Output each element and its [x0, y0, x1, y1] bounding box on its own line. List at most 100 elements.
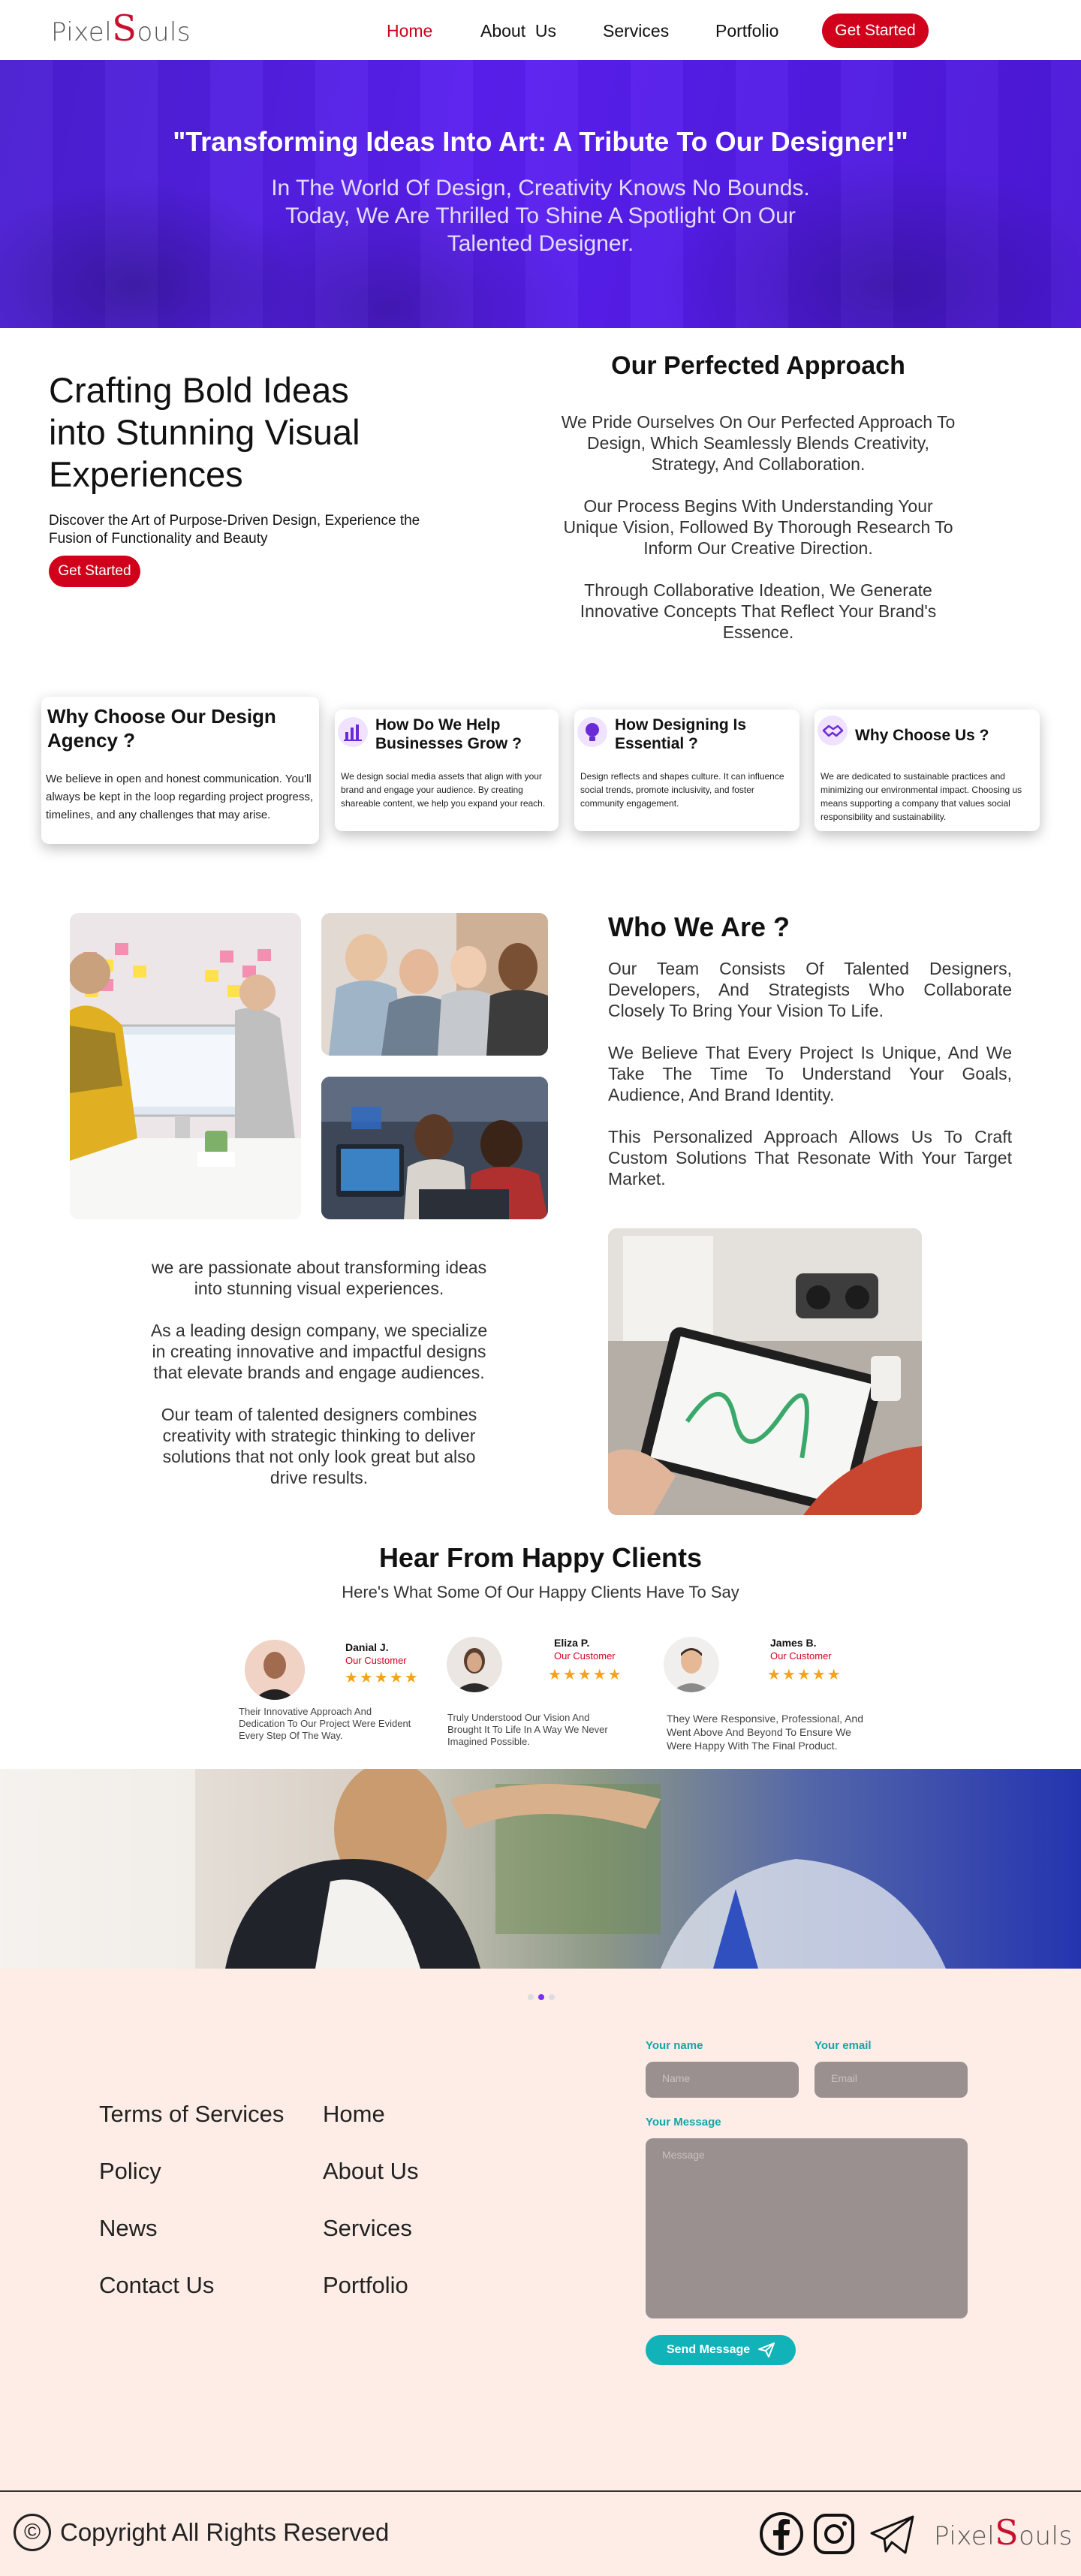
- avatar: [245, 1640, 305, 1700]
- card-design-agency: Why Choose Our Design Agency ? We believ…: [41, 697, 319, 844]
- avatar: [447, 1637, 502, 1692]
- send-icon: [758, 2343, 775, 2358]
- footer-link-portfolio[interactable]: Portfolio: [323, 2272, 408, 2299]
- message-textarea[interactable]: Message: [646, 2138, 968, 2318]
- nav-home[interactable]: Home: [387, 21, 432, 41]
- logo-text-pixel: Pixel: [934, 2521, 995, 2551]
- testimonial-quote: Truly Understood Our Vision And Brought …: [447, 1712, 608, 1747]
- logo-s-mark: S: [995, 2512, 1019, 2553]
- testimonials-title: Hear From Happy Clients: [378, 1542, 703, 1573]
- hero-title: "Transforming Ideas Into Art: A Tribute …: [173, 126, 908, 157]
- approach-paragraph-2: Our Process Begins With Understanding Yo…: [563, 496, 953, 558]
- star-rating: ★★★★★: [767, 1667, 842, 1683]
- carousel-dot[interactable]: [528, 1994, 534, 2000]
- testimonial-name: Eliza P.: [554, 1637, 590, 1649]
- card-text: Design reflects and shapes culture. It c…: [580, 771, 784, 809]
- hero-line-1: In The World Of Design, Creativity Knows…: [271, 176, 810, 200]
- passion-paragraph-2: As a leading design company, we speciali…: [150, 1321, 488, 1382]
- message-label: Your Message: [646, 2116, 721, 2129]
- intro-title: Crafting Bold Ideas into Stunning Visual…: [49, 369, 424, 496]
- team-meeting-photo: [70, 913, 301, 1219]
- hero-text: In The World Of Design, Creativity Knows…: [240, 174, 841, 258]
- hero-line-3: Talented Designer.: [447, 231, 634, 256]
- carousel-dot[interactable]: [549, 1994, 555, 2000]
- top-nav: PixelSouls Home About Us Services Portfo…: [0, 0, 1081, 60]
- footer-link-about[interactable]: About Us: [323, 2158, 419, 2185]
- card-title: How Designing Is Essential ?: [615, 716, 747, 752]
- card-title: Why Choose Our Design Agency ?: [47, 705, 276, 752]
- send-message-label: Send Message: [667, 2343, 751, 2356]
- nav-portfolio[interactable]: Portfolio: [715, 21, 778, 41]
- intro-get-started-button[interactable]: Get Started: [49, 556, 140, 587]
- footer-link-services[interactable]: Services: [323, 2215, 412, 2242]
- team-at-computer-photo: [321, 1077, 548, 1219]
- passion-paragraph-3: Our team of talented designers combines …: [161, 1405, 477, 1487]
- footer-link-home[interactable]: Home: [323, 2101, 385, 2128]
- carousel-dots: [525, 1990, 557, 2004]
- copyright-icon: ©: [14, 2514, 51, 2551]
- testimonial-role: Our Customer: [554, 1650, 616, 1662]
- card-title: Why Choose Us ?: [855, 727, 989, 744]
- carousel-dot-active[interactable]: [538, 1994, 544, 2000]
- chart-icon: [338, 717, 368, 747]
- who-paragraph-1: Our Team Consists Of Talented Designers,…: [608, 959, 1012, 1020]
- logo-s-mark: S: [112, 8, 137, 50]
- bulb-icon: [577, 717, 607, 747]
- footer-link-terms[interactable]: Terms of Services: [99, 2101, 284, 2128]
- hero-line-2: Today, We Are Thrilled To Shine A Spotli…: [285, 203, 796, 228]
- logo-text-ouls: ouls: [137, 17, 191, 47]
- email-input[interactable]: Email: [815, 2062, 968, 2098]
- email-label: Your email: [815, 2039, 872, 2052]
- hero-banner: "Transforming Ideas Into Art: A Tribute …: [0, 60, 1081, 328]
- nav-services[interactable]: Services: [603, 21, 669, 41]
- office-highfive-banner: [0, 1769, 1081, 1969]
- footer-logo[interactable]: PixelSouls: [934, 2512, 1073, 2553]
- card-title: How Do We Help Businesses Grow ?: [375, 716, 522, 752]
- telegram-icon[interactable]: [869, 2514, 916, 2556]
- nav-about-us[interactable]: About Us: [480, 21, 556, 41]
- logo-text-ouls: ouls: [1019, 2521, 1073, 2551]
- copyright-text: Copyright All Rights Reserved: [60, 2518, 390, 2546]
- team-smiling-photo: [321, 913, 548, 1056]
- approach-paragraph-3: Through Collaborative Ideation, We Gener…: [580, 580, 937, 642]
- testimonial-quote: They Were Responsive, Professional, And …: [667, 1713, 863, 1752]
- footer-link-contact[interactable]: Contact Us: [99, 2272, 214, 2299]
- logo-text-pixel: Pixel: [51, 17, 113, 47]
- card-text: We believe in open and honest communicat…: [46, 773, 314, 821]
- name-label: Your name: [646, 2039, 703, 2052]
- card-text: We design social media assets that align…: [341, 771, 546, 809]
- star-rating: ★★★★★: [548, 1667, 623, 1683]
- card-why-choose-us: Why Choose Us ? We are dedicated to sust…: [815, 710, 1040, 831]
- nav-get-started-button[interactable]: Get Started: [822, 14, 929, 48]
- intro-subtitle: Discover the Art of Purpose-Driven Desig…: [49, 513, 420, 547]
- tablet-drawing-photo: [608, 1228, 922, 1515]
- intro-title-line-2: into Stunning Visual: [49, 412, 360, 452]
- who-we-are-title: Who We Are ?: [608, 911, 790, 942]
- name-input[interactable]: Name: [646, 2062, 799, 2098]
- handshake-icon: [818, 716, 848, 746]
- who-paragraph-3: This Personalized Approach Allows Us To …: [608, 1127, 1012, 1189]
- passion-paragraph-1: we are passionate about transforming ide…: [151, 1258, 487, 1298]
- logo[interactable]: PixelSouls: [51, 8, 191, 50]
- approach-paragraph-1: We Pride Ourselves On Our Perfected Appr…: [561, 412, 956, 474]
- avatar: [664, 1637, 719, 1692]
- intro-title-line-1: Crafting Bold Ideas: [49, 370, 349, 410]
- testimonial-name: Danial J.: [345, 1641, 389, 1653]
- footer-divider: [0, 2490, 1081, 2492]
- card-text: We are dedicated to sustainable practice…: [821, 771, 1022, 822]
- approach-title: Our Perfected Approach: [611, 351, 905, 380]
- card-design-essential: How Designing Is Essential ? Design refl…: [574, 710, 799, 831]
- testimonial-role: Our Customer: [345, 1655, 407, 1666]
- instagram-icon[interactable]: [811, 2511, 857, 2557]
- who-paragraph-2: We Believe That Every Project Is Unique,…: [608, 1043, 1012, 1104]
- footer-link-news[interactable]: News: [99, 2215, 158, 2242]
- card-business-growth: How Do We Help Businesses Grow ? We desi…: [335, 710, 559, 831]
- testimonial-quote: Their Innovative Approach And Dedication…: [239, 1706, 411, 1741]
- testimonials-subtitle: Here's What Some Of Our Happy Clients Ha…: [342, 1583, 739, 1601]
- send-message-button[interactable]: Send Message: [646, 2335, 796, 2365]
- testimonial-role: Our Customer: [770, 1650, 832, 1662]
- intro-title-line-3: Experiences: [49, 454, 243, 494]
- footer-link-policy[interactable]: Policy: [99, 2158, 161, 2185]
- star-rating: ★★★★★: [345, 1670, 420, 1686]
- facebook-icon[interactable]: [758, 2511, 805, 2557]
